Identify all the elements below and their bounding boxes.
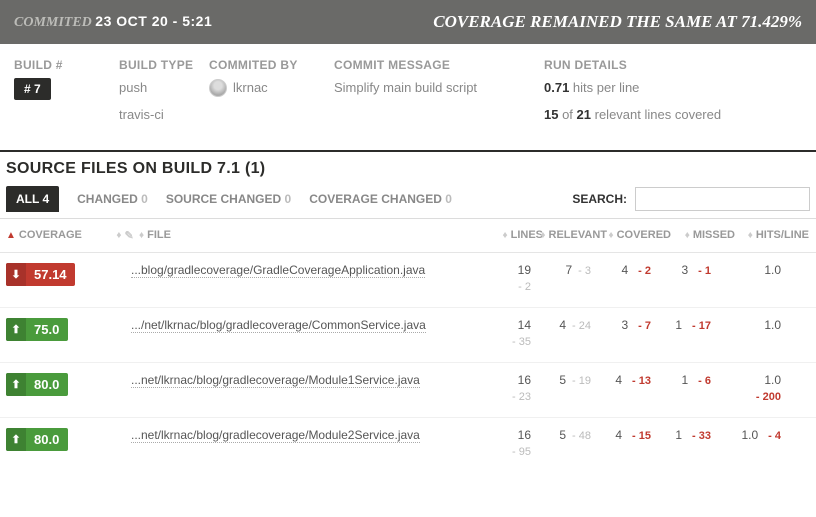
file-link[interactable]: ...net/lkrnac/blog/gradlecoverage/Module… xyxy=(131,373,420,388)
hits-value: 1.0- 4 xyxy=(711,428,781,442)
file-link[interactable]: .../net/lkrnac/blog/gradlecoverage/Commo… xyxy=(131,318,426,333)
build-num-label: BUILD # xyxy=(14,58,109,72)
coverage-value: 80.0 xyxy=(26,428,68,451)
commit-date-wrap: COMMITED 23 OCT 20 - 5:21 xyxy=(14,13,212,31)
section-title: SOURCE FILES ON BUILD 7.1 (1) xyxy=(0,150,816,186)
arrow-up-icon: ⬆ xyxy=(6,428,26,451)
hits-value: 1.0 xyxy=(711,318,781,332)
col-covered[interactable]: ♦ COVERED xyxy=(611,229,671,241)
coverage-value: 75.0 xyxy=(26,318,68,341)
filter-row: ALL 4 CHANGED 0 SOURCE CHANGED 0 COVERAG… xyxy=(0,186,816,219)
build-type-label: BUILD TYPE xyxy=(119,58,199,72)
build-meta: BUILD # # 7 BUILD TYPE push travis-ci CO… xyxy=(0,44,816,146)
file-link[interactable]: ...net/lkrnac/blog/gradlecoverage/Module… xyxy=(131,428,420,443)
sort-icon: ♦ xyxy=(748,230,753,241)
table-header: ▲ COVERAGE ♦✎ ♦ FILE ♦ LINES ♦ RELEVANT … xyxy=(0,219,816,253)
build-type-push: push xyxy=(119,78,199,99)
sort-icon: ♦ xyxy=(116,230,121,241)
search-label: SEARCH: xyxy=(572,192,627,206)
table-row: ⬆80.0 ...net/lkrnac/blog/gradlecoverage/M… xyxy=(0,363,816,418)
file-link[interactable]: ...blog/gradlecoverage/GradleCoverageApp… xyxy=(131,263,425,278)
committed-label: COMMITED xyxy=(14,15,92,30)
col-file[interactable]: ♦ FILE xyxy=(139,229,479,241)
covered-value: 4- 15 xyxy=(591,428,651,442)
coverage-badge[interactable]: ⬆80.0 xyxy=(6,428,68,451)
col-lines[interactable]: ♦ LINES xyxy=(483,229,543,241)
lines-covered: 15 of 21 relevant lines covered xyxy=(544,105,802,126)
build-num-badge[interactable]: # 7 xyxy=(14,78,51,100)
coverage-status: COVERAGE REMAINED THE SAME AT 71.429% xyxy=(433,12,802,32)
hits-per-line: 0.71 hits per line xyxy=(544,78,802,99)
coverage-badge[interactable]: ⬇57.14 xyxy=(6,263,75,286)
sort-icon: ♦ xyxy=(540,230,545,241)
arrow-up-icon: ⬆ xyxy=(6,373,26,396)
filter-tabs: ALL 4 CHANGED 0 SOURCE CHANGED 0 COVERAG… xyxy=(6,186,572,212)
commit-date: 23 OCT 20 - 5:21 xyxy=(95,13,212,29)
commit-header: COMMITED 23 OCT 20 - 5:21 COVERAGE REMAI… xyxy=(0,0,816,44)
col-relevant[interactable]: ♦ RELEVANT xyxy=(547,229,607,241)
committed-by-label: COMMITED BY xyxy=(209,58,324,72)
search-input[interactable] xyxy=(635,187,810,211)
hits-value: 1.0- 200 xyxy=(711,373,781,403)
commit-msg: Simplify main build script xyxy=(334,78,534,99)
table-row: ⬆80.0 ...net/lkrnac/blog/gradlecoverage/M… xyxy=(0,418,816,472)
tab-coverage-changed[interactable]: COVERAGE CHANGED 0 xyxy=(309,186,452,212)
missed-value: 1- 6 xyxy=(651,373,711,387)
tab-changed[interactable]: CHANGED 0 xyxy=(77,186,148,212)
lines-value: 14- 35 xyxy=(471,318,531,348)
run-details-label: RUN DETAILS xyxy=(544,58,802,72)
coverage-value: 57.14 xyxy=(26,263,75,286)
coverage-value: 80.0 xyxy=(26,373,68,396)
hits-value: 1.0 xyxy=(711,263,781,277)
covered-value: 3- 7 xyxy=(591,318,651,332)
sort-icon: ♦ xyxy=(139,230,144,241)
relevant-value: 4- 24 xyxy=(531,318,591,332)
sort-icon: ♦ xyxy=(608,230,613,241)
lines-value: 16- 95 xyxy=(471,428,531,458)
build-type-ci: travis-ci xyxy=(119,105,199,126)
commit-msg-label: COMMIT MESSAGE xyxy=(334,58,534,72)
relevant-value: 7- 3 xyxy=(531,263,591,277)
coverage-badge[interactable]: ⬆80.0 xyxy=(6,373,68,396)
pencil-icon: ✎ xyxy=(124,229,133,242)
col-edit[interactable]: ♦✎ xyxy=(115,229,135,242)
sort-icon: ♦ xyxy=(502,230,507,241)
col-coverage[interactable]: ▲ COVERAGE xyxy=(6,229,111,241)
missed-value: 1- 17 xyxy=(651,318,711,332)
tab-source-changed[interactable]: SOURCE CHANGED 0 xyxy=(166,186,291,212)
missed-value: 3- 1 xyxy=(651,263,711,277)
arrow-down-icon: ⬇ xyxy=(6,263,26,286)
col-hits[interactable]: ♦ HITS/LINE xyxy=(739,229,809,241)
sort-asc-icon: ▲ xyxy=(6,230,16,241)
relevant-value: 5- 48 xyxy=(531,428,591,442)
avatar xyxy=(209,79,227,97)
table-body: ⬇57.14 ...blog/gradlecoverage/GradleCover… xyxy=(0,253,816,472)
missed-value: 1- 33 xyxy=(651,428,711,442)
covered-value: 4- 2 xyxy=(591,263,651,277)
lines-value: 16- 23 xyxy=(471,373,531,403)
tab-all[interactable]: ALL 4 xyxy=(6,186,59,212)
table-row: ⬆75.0 .../net/lkrnac/blog/gradlecoverage/… xyxy=(0,308,816,363)
table-row: ⬇57.14 ...blog/gradlecoverage/GradleCover… xyxy=(0,253,816,308)
lines-value: 19- 2 xyxy=(471,263,531,293)
col-missed[interactable]: ♦ MISSED xyxy=(675,229,735,241)
covered-value: 4- 13 xyxy=(591,373,651,387)
relevant-value: 5- 19 xyxy=(531,373,591,387)
sort-icon: ♦ xyxy=(685,230,690,241)
arrow-up-icon: ⬆ xyxy=(6,318,26,341)
author-name[interactable]: lkrnac xyxy=(233,78,268,99)
coverage-badge[interactable]: ⬆75.0 xyxy=(6,318,68,341)
